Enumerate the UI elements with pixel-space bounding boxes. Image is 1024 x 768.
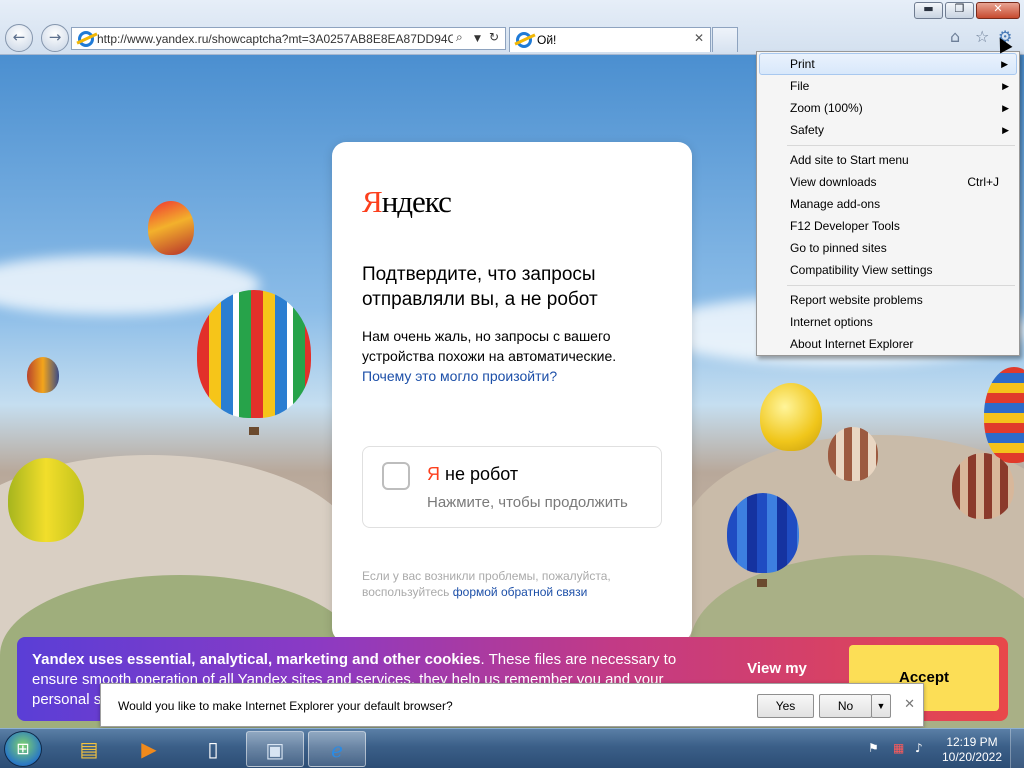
feedback-link[interactable]: формой обратной связи (453, 585, 588, 599)
balloon (197, 290, 311, 418)
no-dropdown-button[interactable]: ▼ (871, 694, 891, 718)
submenu-arrow-icon: ▶ (1002, 125, 1009, 135)
menu-item-about-ie[interactable]: About Internet Explorer (759, 333, 1017, 355)
clock-time[interactable]: 12:19 PM (940, 735, 1004, 749)
internet-explorer-icon: ℯ (331, 738, 343, 762)
menu-item-view-downloads[interactable]: View downloads Ctrl+J (759, 171, 1017, 193)
taskbar-explorer[interactable]: ▤ (60, 731, 118, 767)
browser-toolbar: ▬ ❐ ✕ ← → http://www.yandex.ru/showcaptc… (0, 0, 1024, 55)
document-icon: ▯ (207, 737, 219, 761)
menu-item-safety[interactable]: Safety ▶ (759, 119, 1017, 141)
forward-icon: → (48, 28, 62, 46)
tab-close-icon[interactable]: ✕ (694, 31, 704, 45)
balloon (727, 493, 799, 573)
action-center-icon[interactable]: ⚑ (868, 741, 879, 755)
notification-message: Would you like to make Internet Explorer… (118, 699, 453, 713)
menu-item-manage-addons[interactable]: Manage add-ons (759, 193, 1017, 215)
dropdown-icon[interactable]: ▼ (474, 34, 481, 44)
menu-item-add-site[interactable]: Add site to Start menu (759, 149, 1017, 171)
balloon (8, 458, 84, 542)
taskbar-network[interactable]: ▣ (246, 731, 304, 767)
menu-item-internet-options[interactable]: Internet options (759, 311, 1017, 333)
minimize-icon: ▬ (923, 2, 934, 15)
refresh-icon[interactable]: ↻ (489, 30, 499, 44)
not-robot-hint: Нажмите, чтобы продолжить (427, 494, 628, 511)
balloon (148, 201, 194, 255)
windows-logo-icon: ⊞ (16, 739, 30, 758)
why-link[interactable]: Почему это могло произойти? (362, 368, 557, 384)
menu-item-compatibility-view[interactable]: Compatibility View settings (759, 259, 1017, 281)
tab-ie-icon (516, 32, 532, 48)
yes-button[interactable]: Yes (757, 694, 814, 718)
shortcut-label: Ctrl+J (967, 175, 999, 189)
balloon (828, 427, 878, 481)
dropdown-arrow-icon: ▼ (876, 701, 886, 711)
menu-item-report-problems[interactable]: Report website problems (759, 289, 1017, 311)
address-bar[interactable]: http://www.yandex.ru/showcaptcha?mt=3A02… (71, 27, 506, 50)
menu-separator (787, 285, 1015, 286)
media-player-icon: ▶ (141, 737, 157, 761)
no-button[interactable]: No (819, 694, 872, 718)
not-robot-box[interactable]: Я не робот Нажмите, чтобы продолжить (362, 446, 662, 528)
tab-title: Ой! (537, 33, 557, 47)
captcha-title: Подтвердите, что запросы отправляли вы, … (362, 264, 598, 310)
submenu-arrow-icon: ▶ (1001, 59, 1008, 69)
maximize-button[interactable]: ❐ (945, 2, 974, 19)
default-browser-notification: Would you like to make Internet Explorer… (100, 683, 924, 727)
forward-button[interactable]: → (41, 24, 69, 52)
balloon (27, 357, 59, 393)
feedback-note: Если у вас возникли проблемы, пожалуйста… (362, 569, 611, 599)
menu-item-zoom[interactable]: Zoom (100%) ▶ (759, 97, 1017, 119)
maximize-icon: ❐ (954, 2, 965, 15)
new-tab-button[interactable] (712, 27, 738, 52)
menu-item-print[interactable]: Print ▶ (759, 53, 1017, 75)
ie-icon (78, 31, 94, 47)
captcha-card: Яндекс Подтвердите, что запросы отправля… (332, 142, 692, 642)
start-button[interactable]: ⊞ (4, 731, 42, 767)
balloon (952, 453, 1014, 519)
balloon (760, 383, 822, 451)
taskbar-document[interactable]: ▯ (184, 731, 242, 767)
close-icon: ✕ (993, 2, 1003, 15)
show-desktop-button[interactable] (1010, 729, 1024, 768)
window-controls: ▬ ❐ ✕ (914, 2, 1020, 19)
back-button[interactable]: ← (5, 24, 33, 52)
submenu-arrow-icon: ▶ (1002, 81, 1009, 91)
volume-icon[interactable]: ♪ (915, 741, 923, 755)
menu-item-file[interactable]: File ▶ (759, 75, 1017, 97)
menu-item-developer-tools[interactable]: F12 Developer Tools (759, 215, 1017, 237)
not-robot-checkbox[interactable] (382, 462, 410, 490)
balloon (984, 367, 1024, 463)
home-icon[interactable]: ⌂ (950, 27, 960, 46)
favorites-icon[interactable]: ☆ (975, 27, 989, 46)
taskbar-media-player[interactable]: ▶ (120, 731, 178, 767)
captcha-description: Нам очень жаль, но запросы с вашего устр… (362, 328, 617, 384)
network-status-icon[interactable]: ▦ (893, 741, 904, 755)
not-robot-label: Я не робот (427, 464, 519, 484)
search-icon[interactable]: ⌕ (456, 30, 463, 45)
notification-close-icon[interactable]: ✕ (904, 697, 915, 712)
tab-active[interactable]: Ой! ✕ (509, 27, 711, 52)
yandex-logo[interactable]: Яндекс (362, 184, 452, 220)
clock-date[interactable]: 10/20/2022 (940, 750, 1004, 764)
taskbar-internet-explorer[interactable]: ℯ (308, 731, 366, 767)
network-icon: ▣ (265, 738, 285, 762)
explorer-icon: ▤ (79, 737, 99, 761)
taskbar: ⊞ ▤ ▶ ▯ ▣ ℯ ⚑ ▦ ♪ 12:19 PM 10/20/2022 (0, 728, 1024, 768)
tools-menu: Print ▶ File ▶ Zoom (100%) ▶ Safety ▶ Add si… (756, 51, 1020, 356)
menu-separator (787, 145, 1015, 146)
url-text[interactable]: http://www.yandex.ru/showcaptcha?mt=3A02… (97, 32, 453, 46)
cookie-view-my-button[interactable]: View my (727, 660, 827, 677)
minimize-button[interactable]: ▬ (914, 2, 943, 19)
submenu-arrow-icon: ▶ (1002, 103, 1009, 113)
menu-item-pinned-sites[interactable]: Go to pinned sites (759, 237, 1017, 259)
close-button[interactable]: ✕ (976, 2, 1020, 19)
back-icon: ← (12, 28, 26, 46)
